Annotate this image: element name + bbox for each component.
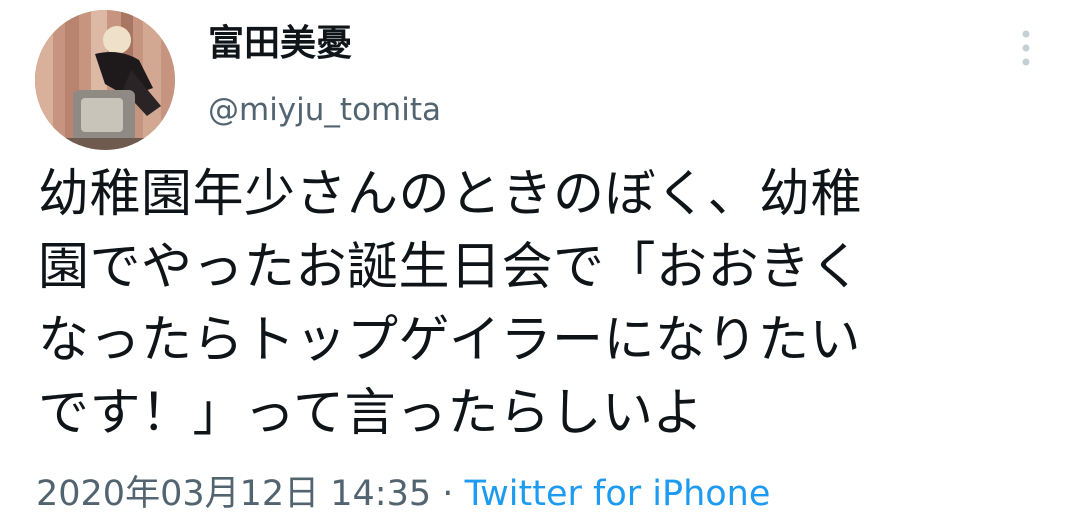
tweet-text: 幼稚園年少さんのときのぼく、幼稚 園でやったお誕生日会で「おおきく なったらトッ… xyxy=(38,158,1048,450)
more-vertical-icon[interactable] xyxy=(1008,26,1044,70)
avatar-photo xyxy=(35,10,175,150)
tweet-card: 富田美憂 @miyju_tomita 幼稚園年少さんのときのぼく、幼稚 園でやっ… xyxy=(0,0,1080,525)
tweet-text-line: です！」って言ったらしいよ xyxy=(38,384,704,443)
timestamp[interactable]: 2020年03月12日 14:35 xyxy=(36,474,431,514)
tweet-meta: 2020年03月12日 14:35 · Twitter for iPhone xyxy=(36,472,770,516)
tweet-text-line: なったらトップゲイラーになりたい xyxy=(38,311,861,370)
tweet-text-line: 幼稚園年少さんのときのぼく、幼稚 xyxy=(38,165,863,224)
avatar[interactable] xyxy=(35,10,175,150)
source-link[interactable]: Twitter for iPhone xyxy=(465,474,771,514)
user-handle[interactable]: @miyju_tomita xyxy=(208,90,441,130)
meta-separator: · xyxy=(442,474,454,514)
tweet-text-line: 園でやったお誕生日会で「おおきく xyxy=(38,238,863,297)
display-name[interactable]: 富田美憂 xyxy=(208,22,352,66)
